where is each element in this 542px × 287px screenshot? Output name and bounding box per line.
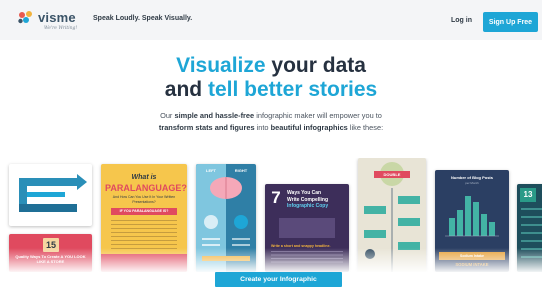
visme-logo-icon [18,11,32,24]
hero-line-2: and tell better stories [0,78,542,102]
subtitle-bold: beautiful infographics [270,123,348,132]
signup-button[interactable]: Sign Up Free [483,12,538,32]
subtitle-text: Our [160,111,175,120]
blog-posts-title: Number of Blog Posts [450,175,493,180]
card-13-number: 13 [520,188,536,202]
blog-posts-subtitle: per Month [465,181,479,185]
hero-subtitle: Our simple and hassle-free infographic m… [0,110,542,134]
card-paralanguage-title: PARALANGUAGE? [105,183,187,193]
arrow-flow-graphic [19,174,87,212]
subtitle-text: into [254,123,271,132]
hero-text-and: and [164,78,208,101]
card-paralanguage-section: IF YOU PARALANGUAGE IS? [111,208,177,215]
card-what-is: What is [131,174,157,181]
visme-logo[interactable]: visme We're Writing! [17,10,77,32]
subtitle-bold: simple and hassle-free [174,111,255,120]
hero-accent-visualize: Visualize [176,54,266,77]
top-navigation-bar: visme We're Writing! Speak Loudly. Speak… [0,0,542,40]
hero-accent-stories: tell better stories [207,78,378,101]
subtitle-line-2: transform stats and figures into beautif… [0,122,542,134]
subtitle-bold: transform stats and figures [158,123,255,132]
subtitle-text: like these: [347,123,384,132]
blog-posts-bar-graphic [445,196,499,237]
hero-text-your-data: your data [265,54,366,77]
card-paralanguage-subtitle: And How Can You Use It In Your Written P… [112,195,176,204]
hero-line-1: Visualize your data [0,54,542,78]
login-link[interactable]: Log in [451,17,472,24]
card-7-title-line: Infographic Copy [287,203,329,209]
subtitle-line-1: Our simple and hassle-free infographic m… [0,110,542,122]
logo-tagline: We're Writing! [44,26,78,31]
infographic-card-arrows[interactable] [9,164,92,226]
subtitle-text: infographic maker will empower you to [254,111,382,120]
card-7-title: Ways You Can Write Compelling Infographi… [287,190,347,210]
hero-headline: Visualize your data and tell better stor… [0,54,542,102]
card-7-number: 7 [271,188,281,207]
create-infographic-button[interactable]: Create your Infographic [215,272,342,287]
card-7-illustration [279,218,335,238]
card-paralanguage-body [111,220,177,250]
logo-wordmark: visme [38,10,76,25]
header-tagline: Speak Loudly. Speak Visually. [93,15,193,22]
flowchart-banner-label: DOUBLE [383,172,401,177]
